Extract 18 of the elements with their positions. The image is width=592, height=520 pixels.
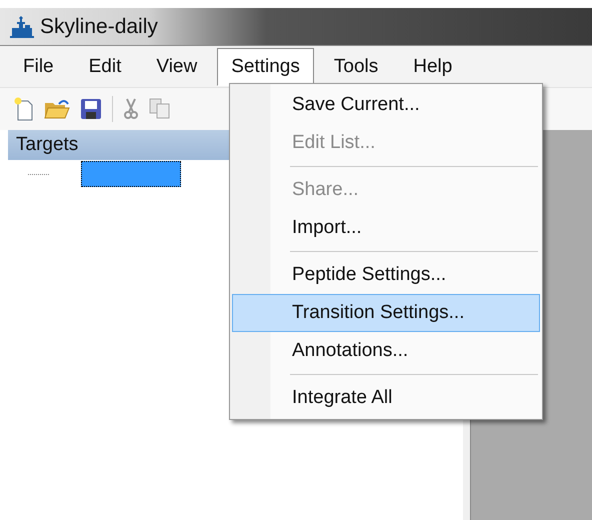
cut-icon[interactable]: [123, 98, 139, 120]
menu-item[interactable]: Integrate All: [232, 379, 540, 417]
menu-item[interactable]: Edit: [74, 48, 136, 86]
menu-item[interactable]: View: [141, 48, 212, 86]
save-icon[interactable]: [80, 98, 102, 120]
menu-item[interactable]: Peptide Settings...: [232, 256, 540, 294]
menu-item[interactable]: Import...: [232, 209, 540, 247]
menu-item[interactable]: File: [8, 48, 69, 86]
menu-item[interactable]: Tools: [318, 48, 394, 86]
menu-item[interactable]: Settings: [217, 48, 314, 86]
tree-node[interactable]: [81, 161, 181, 187]
menu-item[interactable]: Help: [398, 48, 468, 86]
app-logo-icon: [10, 16, 34, 38]
open-folder-icon[interactable]: [44, 98, 70, 120]
window-title: Skyline-daily: [40, 14, 158, 38]
menu-item[interactable]: Transition Settings...: [232, 294, 540, 332]
new-document-icon[interactable]: [14, 97, 34, 121]
menu-item[interactable]: Annotations...: [232, 332, 540, 370]
